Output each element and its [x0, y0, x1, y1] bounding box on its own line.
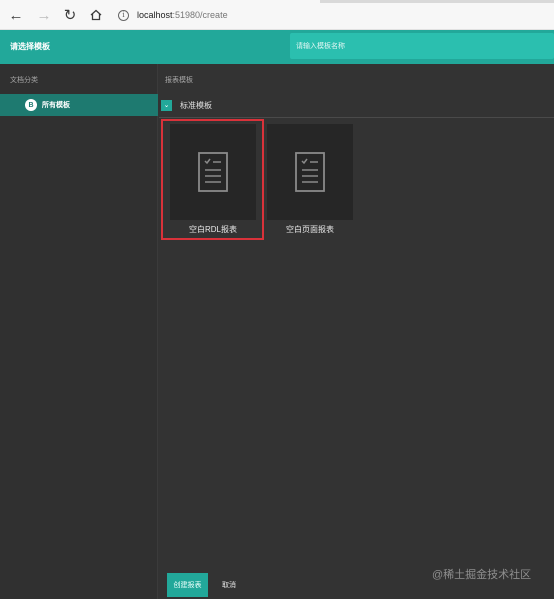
category-panel: 文档分类 B 所有模板: [0, 64, 158, 599]
category-item-all-templates[interactable]: B 所有模板: [0, 94, 158, 116]
tab-strip-edge: [320, 0, 554, 3]
info-icon[interactable]: i: [118, 9, 129, 21]
forward-arrow-icon[interactable]: →: [34, 5, 54, 25]
template-thumbnail[interactable]: [170, 124, 256, 220]
section-title: 标准模板: [180, 100, 212, 110]
template-panel: 报表模板 ⌄ 标准模板 空白RDL报表 空白页面报表: [159, 64, 554, 599]
report-document-icon: [198, 152, 228, 192]
template-search-input[interactable]: [290, 33, 554, 59]
page-title: 请选择模板: [10, 42, 50, 51]
category-badge-icon: B: [25, 99, 37, 111]
watermark: @稀土掘金技术社区: [432, 569, 532, 581]
template-panel-label: 报表模板: [165, 77, 193, 84]
back-arrow-icon[interactable]: ←: [6, 5, 26, 25]
template-thumbnail[interactable]: [267, 124, 353, 220]
template-label: 空白页面报表: [286, 225, 334, 234]
template-label: 空白RDL报表: [188, 225, 237, 234]
category-item-label: 所有模板: [42, 102, 70, 109]
chevron-down-icon[interactable]: ⌄: [161, 99, 172, 111]
home-icon[interactable]: [86, 5, 106, 25]
address-bar[interactable]: i localhost:51980/create: [118, 5, 228, 25]
template-search-box[interactable]: [290, 33, 554, 59]
template-card-blank-page[interactable]: 空白页面报表: [267, 124, 353, 236]
section-header-standard[interactable]: ⌄ 标准模板: [161, 98, 212, 112]
browser-toolbar: ← → ↻ i localhost:51980/create: [0, 0, 554, 30]
section-divider: [159, 117, 554, 118]
url-path: :51980/create: [172, 10, 228, 20]
template-card-blank-rdl[interactable]: 空白RDL报表: [170, 124, 256, 236]
report-document-icon: [295, 152, 325, 192]
category-panel-label: 文档分类: [10, 77, 38, 84]
url-host: localhost: [137, 10, 173, 20]
reload-icon[interactable]: ↻: [60, 5, 80, 25]
cancel-button[interactable]: 取消: [214, 573, 244, 597]
create-report-button[interactable]: 创建报表: [167, 573, 208, 597]
